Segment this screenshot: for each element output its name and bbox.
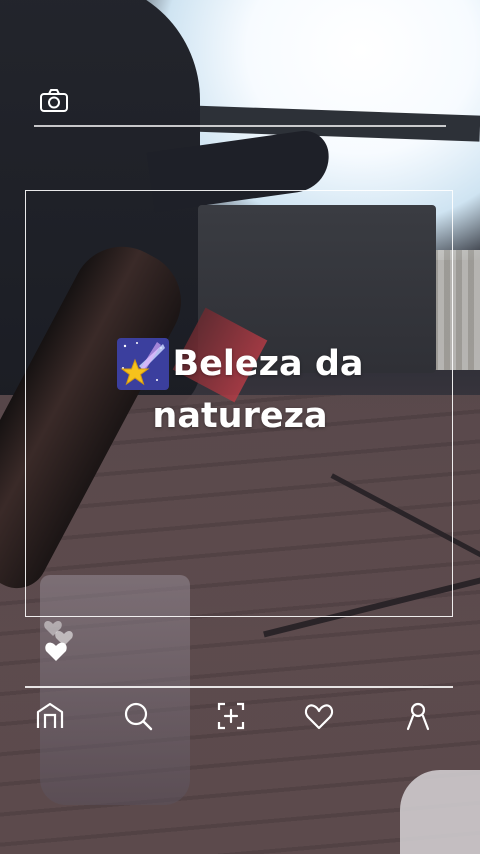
profile-icon[interactable] <box>400 698 436 734</box>
heart-icon[interactable] <box>301 698 337 734</box>
overlay-title: Beleza da natureza <box>0 338 480 442</box>
overlay-title-line2: natureza <box>152 396 328 436</box>
top-divider <box>34 125 446 127</box>
overlay-title-line1: Beleza da <box>172 344 364 384</box>
search-icon[interactable] <box>120 698 156 734</box>
shooting-star-icon <box>116 338 169 390</box>
background-cloth <box>400 770 480 854</box>
hearts-icon[interactable] <box>42 610 80 668</box>
camera-icon[interactable] <box>39 88 69 114</box>
bottom-navigation <box>0 698 480 738</box>
home-icon[interactable] <box>32 698 68 734</box>
add-post-icon[interactable] <box>213 698 249 734</box>
bottom-divider <box>25 686 453 688</box>
